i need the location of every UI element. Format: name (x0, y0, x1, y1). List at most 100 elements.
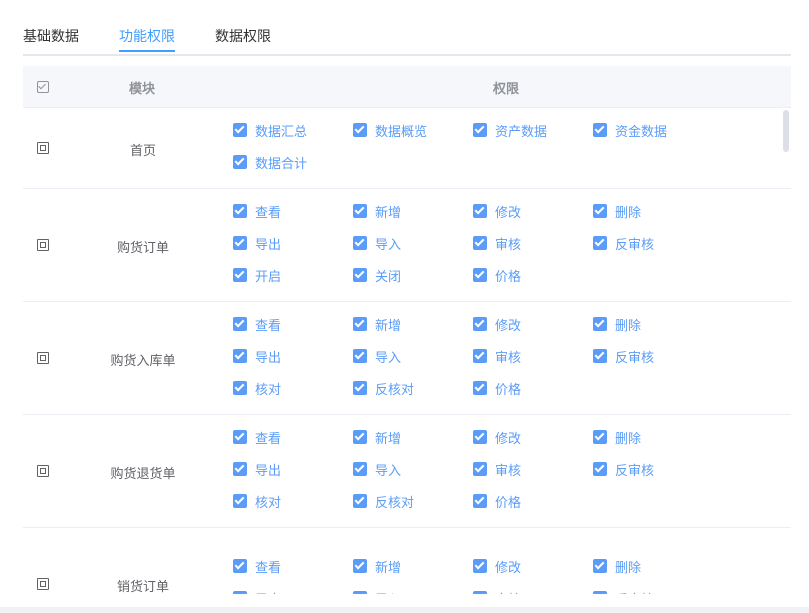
permission-checkbox[interactable]: 修改 (473, 315, 521, 333)
row-select-checkbox[interactable] (37, 352, 49, 364)
checked-icon (473, 494, 487, 508)
tab-bar: 基础数据 功能权限 数据权限 (23, 0, 791, 56)
vertical-scrollbar[interactable] (783, 110, 789, 152)
permission-checkbox[interactable]: 反核对 (353, 492, 414, 510)
permission-checkbox[interactable]: 修改 (473, 202, 521, 220)
checked-icon (233, 204, 247, 218)
checked-icon (233, 494, 247, 508)
checked-icon (233, 123, 247, 137)
checked-icon (233, 268, 247, 282)
permission-checkbox[interactable]: 审核 (473, 589, 521, 594)
permission-checkbox[interactable]: 数据汇总 (233, 121, 307, 139)
permission-label: 审核 (495, 589, 521, 595)
permission-label: 资产数据 (495, 123, 548, 139)
permission-checkbox[interactable]: 开启 (233, 266, 281, 284)
table-row: 首页 数据汇总 数据概览 资产数据 资金数据数据合计 (23, 108, 791, 189)
permission-checkbox[interactable]: 资产数据 (473, 121, 547, 139)
permission-checkbox[interactable]: 新增 (353, 202, 401, 220)
row-select-checkbox[interactable] (37, 239, 49, 251)
permission-checkbox[interactable]: 新增 (353, 428, 401, 446)
permission-label: 查看 (255, 559, 282, 575)
permission-checkbox[interactable]: 导出 (233, 234, 281, 252)
checked-icon (593, 559, 607, 573)
permission-checkbox[interactable]: 价格 (473, 379, 521, 397)
permission-label: 修改 (495, 559, 522, 575)
permission-checkbox[interactable]: 反审核 (593, 460, 654, 478)
permission-label: 审核 (495, 462, 522, 478)
checked-icon (353, 559, 367, 573)
checked-icon (233, 430, 247, 444)
permission-checkbox[interactable]: 删除 (593, 315, 641, 333)
module-name: 首页 (129, 143, 156, 158)
permission-checkbox[interactable]: 导出 (233, 460, 281, 478)
permission-checkbox[interactable]: 反审核 (593, 347, 654, 365)
checked-icon (593, 591, 607, 594)
permission-checkbox[interactable]: 审核 (473, 347, 521, 365)
permission-label: 删除 (615, 204, 642, 220)
permission-label: 核对 (255, 381, 282, 397)
permission-checkbox[interactable]: 查看 (233, 315, 281, 333)
permission-checkbox[interactable]: 查看 (233, 557, 281, 575)
permission-checkbox[interactable]: 导出 (233, 589, 281, 594)
permission-checkbox[interactable]: 核对 (233, 379, 281, 397)
permission-checkbox[interactable]: 价格 (473, 492, 521, 510)
select-all-checkbox[interactable] (37, 81, 49, 93)
permission-checkbox[interactable]: 反审核 (593, 589, 654, 594)
permission-checkbox[interactable]: 反核对 (353, 379, 414, 397)
tab-function-permissions[interactable]: 功能权限 (119, 26, 175, 46)
permission-checkbox[interactable]: 导入 (353, 589, 401, 594)
permission-label: 导入 (375, 589, 401, 595)
permission-label: 数据概览 (375, 123, 428, 139)
permission-checkbox[interactable]: 核对 (233, 492, 281, 510)
permission-checkbox[interactable]: 数据合计 (233, 153, 307, 171)
row-select-checkbox[interactable] (37, 142, 49, 154)
checked-icon (473, 462, 487, 476)
permission-label: 查看 (255, 430, 282, 446)
permission-checkbox[interactable]: 删除 (593, 557, 641, 575)
permission-checkbox[interactable]: 修改 (473, 428, 521, 446)
checked-icon (593, 462, 607, 476)
checked-icon (353, 591, 367, 594)
checked-icon (593, 317, 607, 331)
active-tab-indicator (119, 50, 175, 52)
permission-checkbox[interactable]: 删除 (593, 202, 641, 220)
row-select-checkbox[interactable] (37, 578, 49, 590)
permission-label: 查看 (255, 204, 282, 220)
permissions-table: 模块 权限 首页 数据汇总 数据概览 资产数据 资金数据 数据合计 购货订单 查看 新增 修改 删除… (23, 66, 791, 594)
checked-icon (593, 349, 607, 363)
tab-data-permissions[interactable]: 数据权限 (215, 26, 271, 46)
checked-icon (233, 349, 247, 363)
module-name: 销货订单 (116, 579, 169, 594)
checked-icon (473, 268, 487, 282)
permission-label: 导出 (255, 589, 281, 595)
permission-checkbox[interactable]: 导入 (353, 460, 401, 478)
permission-checkbox[interactable]: 资金数据 (593, 121, 667, 139)
permission-checkbox[interactable]: 数据概览 (353, 121, 427, 139)
permission-label: 查看 (255, 317, 282, 333)
permission-checkbox[interactable]: 审核 (473, 460, 521, 478)
permission-checkbox[interactable]: 修改 (473, 557, 521, 575)
checked-icon (233, 236, 247, 250)
checked-icon (593, 430, 607, 444)
permission-checkbox[interactable]: 查看 (233, 202, 281, 220)
permission-checkbox[interactable]: 删除 (593, 428, 641, 446)
tab-basic-data[interactable]: 基础数据 (23, 26, 79, 46)
checked-icon (233, 462, 247, 476)
permission-label: 核对 (255, 494, 282, 510)
permission-checkbox[interactable]: 新增 (353, 315, 401, 333)
permission-checkbox[interactable]: 反审核 (593, 234, 654, 252)
permission-checkbox[interactable]: 关闭 (353, 266, 401, 284)
permission-checkbox[interactable]: 导入 (353, 347, 401, 365)
permission-checkbox[interactable]: 导出 (233, 347, 281, 365)
permission-label: 关闭 (375, 268, 402, 284)
row-select-checkbox[interactable] (37, 465, 49, 477)
permission-label: 修改 (495, 430, 522, 446)
permission-label: 删除 (615, 317, 642, 333)
permission-checkbox[interactable]: 导入 (353, 234, 401, 252)
checked-icon (353, 123, 367, 137)
permission-checkbox[interactable]: 审核 (473, 234, 521, 252)
permission-checkbox[interactable]: 查看 (233, 428, 281, 446)
table-row: 购货入库单 查看 新增 修改 删除 导出 导入 审核 反审核 核对 反核对 价格 (23, 302, 791, 415)
permission-checkbox[interactable]: 价格 (473, 266, 521, 284)
permission-checkbox[interactable]: 新增 (353, 557, 401, 575)
